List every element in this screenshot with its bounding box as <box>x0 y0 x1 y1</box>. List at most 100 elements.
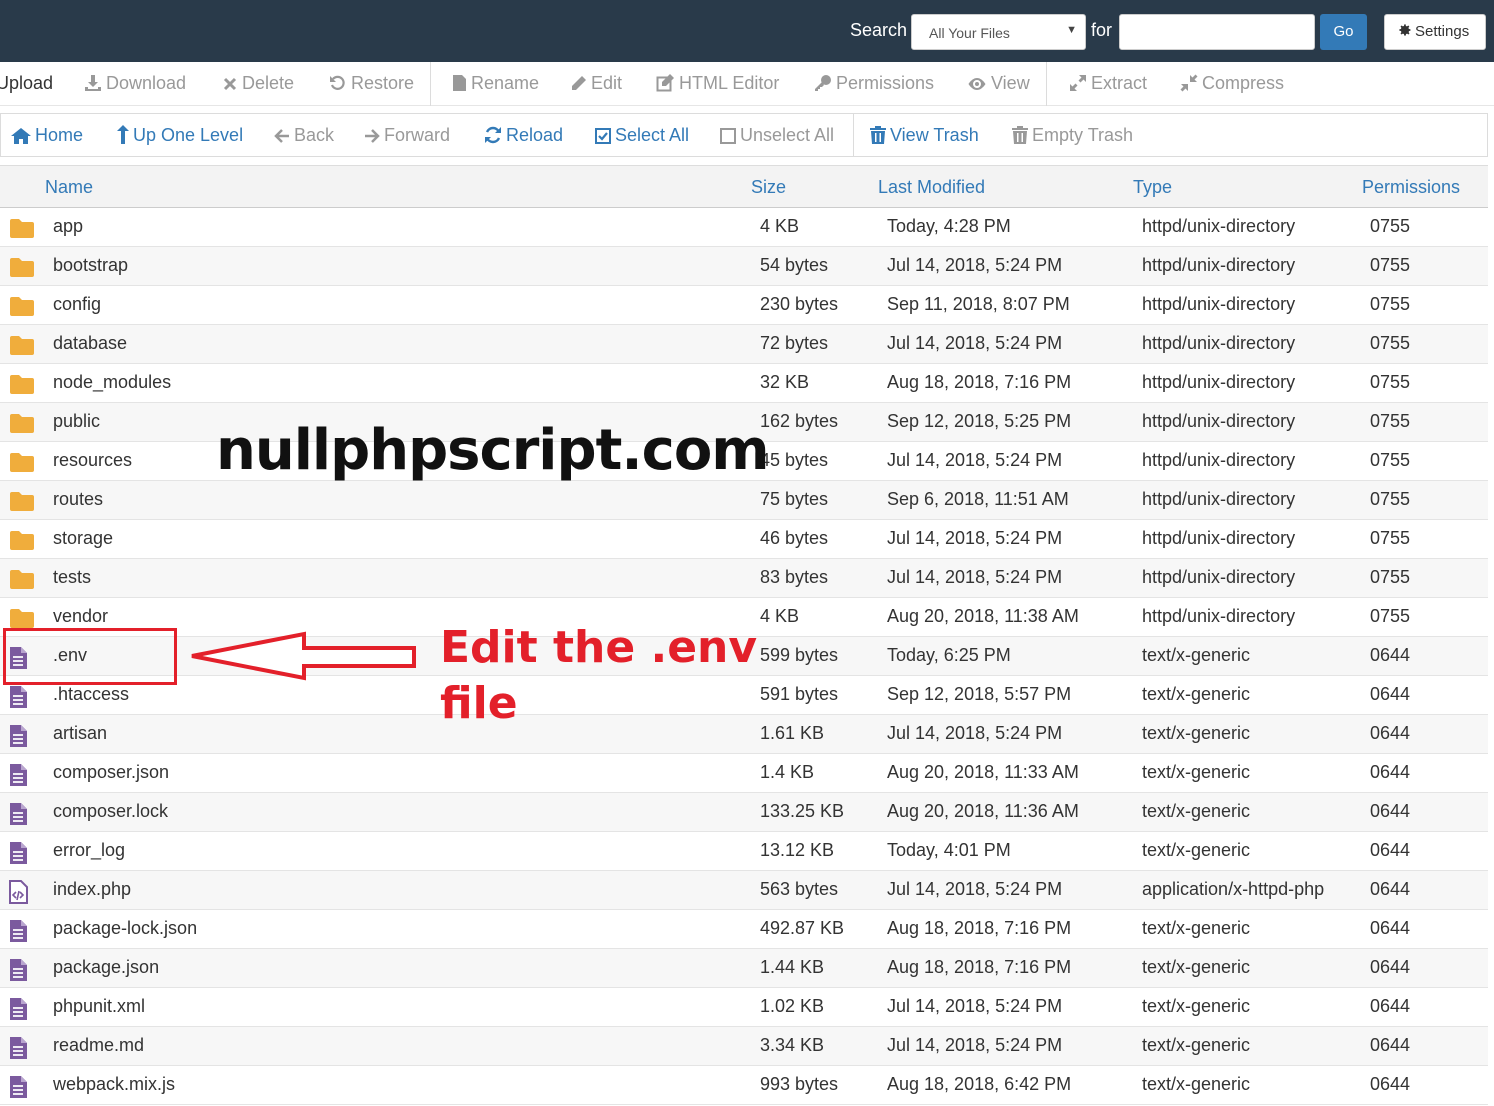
code-file-icon <box>8 880 28 909</box>
highlight-box <box>3 628 177 685</box>
file-last-modified: Aug 20, 2018, 11:38 AM <box>887 606 1079 626</box>
file-name[interactable]: composer.json <box>53 762 169 783</box>
view-button[interactable]: View <box>967 73 1030 94</box>
file-icon <box>8 997 28 1026</box>
file-last-modified: Sep 12, 2018, 5:57 PM <box>887 684 1072 704</box>
table-row[interactable]: phpunit.xml 1.02 KB Jul 14, 2018, 5:24 PM t… <box>0 988 1488 1027</box>
file-name[interactable]: vendor <box>53 606 108 627</box>
file-name[interactable]: tests <box>53 567 91 588</box>
file-permissions: 0755 <box>1370 567 1411 587</box>
forward-button[interactable]: Forward <box>364 125 450 146</box>
rename-button[interactable]: Rename <box>452 73 539 94</box>
file-size: 1.02 KB <box>760 996 825 1016</box>
permissions-label: Permissions <box>836 73 935 93</box>
column-header-last-modified[interactable]: Last Modified <box>878 177 985 198</box>
table-row[interactable]: config 230 bytes Sep 11, 2018, 8:07 PM http… <box>0 286 1488 325</box>
file-name[interactable]: readme.md <box>53 1035 144 1056</box>
reload-button[interactable]: Reload <box>484 125 563 146</box>
file-last-modified: Today, 4:01 PM <box>887 840 1011 860</box>
restore-label: Restore <box>351 73 415 93</box>
table-row[interactable]: package-lock.json 492.87 KB Aug 18, 2018, … <box>0 910 1488 949</box>
file-name[interactable]: phpunit.xml <box>53 996 145 1017</box>
file-name[interactable]: package.json <box>53 957 159 978</box>
column-header-type[interactable]: Type <box>1133 177 1172 198</box>
edit-label: Edit <box>591 73 623 93</box>
file-name[interactable]: composer.lock <box>53 801 168 822</box>
download-button[interactable]: Download <box>84 73 186 94</box>
view-trash-button[interactable]: View Trash <box>870 125 979 146</box>
table-row[interactable]: routes 75 bytes Sep 6, 2018, 11:51 AM httpd… <box>0 481 1488 520</box>
file-name[interactable]: database <box>53 333 127 354</box>
file-last-modified: Jul 14, 2018, 5:24 PM <box>887 996 1063 1016</box>
file-last-modified: Jul 14, 2018, 5:24 PM <box>887 333 1063 353</box>
table-row[interactable]: storage 46 bytes Jul 14, 2018, 5:24 PM http… <box>0 520 1488 559</box>
toolbar-divider <box>430 62 431 106</box>
folder-icon <box>9 218 35 243</box>
empty-trash-button[interactable]: Empty Trash <box>1012 125 1133 146</box>
table-row[interactable]: error_log 13.12 KB Today, 4:01 PM text/x-ge… <box>0 832 1488 871</box>
search-input[interactable] <box>1119 14 1315 50</box>
file-name[interactable]: resources <box>53 450 132 471</box>
table-row[interactable]: node_modules 32 KB Aug 18, 2018, 7:16 PM ht… <box>0 364 1488 403</box>
go-button[interactable]: Go <box>1320 14 1367 50</box>
file-name[interactable]: node_modules <box>53 372 171 393</box>
file-permissions: 0755 <box>1370 333 1411 353</box>
file-type: httpd/unix-directory <box>1142 411 1296 431</box>
file-name[interactable]: .htaccess <box>53 684 129 705</box>
delete-button[interactable]: Delete <box>222 73 294 94</box>
file-name[interactable]: index.php <box>53 879 131 900</box>
compress-button[interactable]: Compress <box>1180 73 1284 94</box>
back-label: Back <box>294 125 335 145</box>
file-permissions: 0644 <box>1370 957 1411 977</box>
file-icon <box>8 724 28 753</box>
permissions-button[interactable]: Permissions <box>814 73 934 94</box>
file-name[interactable]: bootstrap <box>53 255 128 276</box>
search-scope-select[interactable]: All Your Files ▼ <box>911 14 1086 50</box>
restore-button[interactable]: Restore <box>329 73 414 94</box>
table-row[interactable]: app 4 KB Today, 4:28 PM httpd/unix-director… <box>0 208 1488 247</box>
table-row[interactable]: tests 83 bytes Jul 14, 2018, 5:24 PM httpd/… <box>0 559 1488 598</box>
file-size: 492.87 KB <box>760 918 845 938</box>
upload-button[interactable]: Upload <box>0 73 53 94</box>
table-row[interactable]: composer.lock 133.25 KB Aug 20, 2018, 11:3… <box>0 793 1488 832</box>
file-name[interactable]: artisan <box>53 723 107 744</box>
file-icon <box>8 919 28 948</box>
file-name[interactable]: webpack.mix.js <box>53 1074 175 1095</box>
eye-icon <box>968 78 986 90</box>
table-row[interactable]: webpack.mix.js 993 bytes Aug 18, 2018, 6:4… <box>0 1066 1488 1105</box>
file-name[interactable]: public <box>53 411 100 432</box>
column-header-size[interactable]: Size <box>751 177 786 198</box>
folder-icon <box>9 491 35 516</box>
file-permissions: 0755 <box>1370 216 1411 236</box>
file-last-modified: Jul 14, 2018, 5:24 PM <box>887 255 1063 275</box>
html-editor-button[interactable]: HTML Editor <box>656 73 779 94</box>
file-name[interactable]: config <box>53 294 101 315</box>
caret-down-icon: ▼ <box>1066 24 1077 36</box>
edit-button[interactable]: Edit <box>570 73 622 94</box>
table-row[interactable]: database 72 bytes Jul 14, 2018, 5:24 PM htt… <box>0 325 1488 364</box>
file-size: 45 bytes <box>760 450 829 470</box>
unselect-all-button[interactable]: Unselect All <box>720 125 834 146</box>
file-name[interactable]: routes <box>53 489 103 510</box>
extract-button[interactable]: Extract <box>1069 73 1147 94</box>
level-up-icon <box>117 125 129 144</box>
up-one-level-button[interactable]: Up One Level <box>117 125 243 146</box>
table-row[interactable]: index.php 563 bytes Jul 14, 2018, 5:24 PM a… <box>0 871 1488 910</box>
file-name[interactable]: error_log <box>53 840 125 861</box>
file-name[interactable]: storage <box>53 528 113 549</box>
settings-button[interactable]: Settings <box>1384 14 1486 50</box>
select-all-button[interactable]: Select All <box>595 125 689 146</box>
home-button[interactable]: Home <box>11 125 83 146</box>
file-type: text/x-generic <box>1142 1074 1251 1094</box>
column-header-permissions[interactable]: Permissions <box>1362 177 1460 198</box>
table-row[interactable]: bootstrap 54 bytes Jul 14, 2018, 5:24 PM ht… <box>0 247 1488 286</box>
file-size: 32 KB <box>760 372 810 392</box>
file-type: text/x-generic <box>1142 957 1251 977</box>
table-row[interactable]: readme.md 3.34 KB Jul 14, 2018, 5:24 PM tex… <box>0 1027 1488 1066</box>
file-name[interactable]: app <box>53 216 83 237</box>
table-row[interactable]: composer.json 1.4 KB Aug 20, 2018, 11:33 A… <box>0 754 1488 793</box>
table-row[interactable]: package.json 1.44 KB Aug 18, 2018, 7:16 PM… <box>0 949 1488 988</box>
back-button[interactable]: Back <box>274 125 334 146</box>
column-header-name[interactable]: Name <box>45 177 93 198</box>
file-name[interactable]: package-lock.json <box>53 918 197 939</box>
